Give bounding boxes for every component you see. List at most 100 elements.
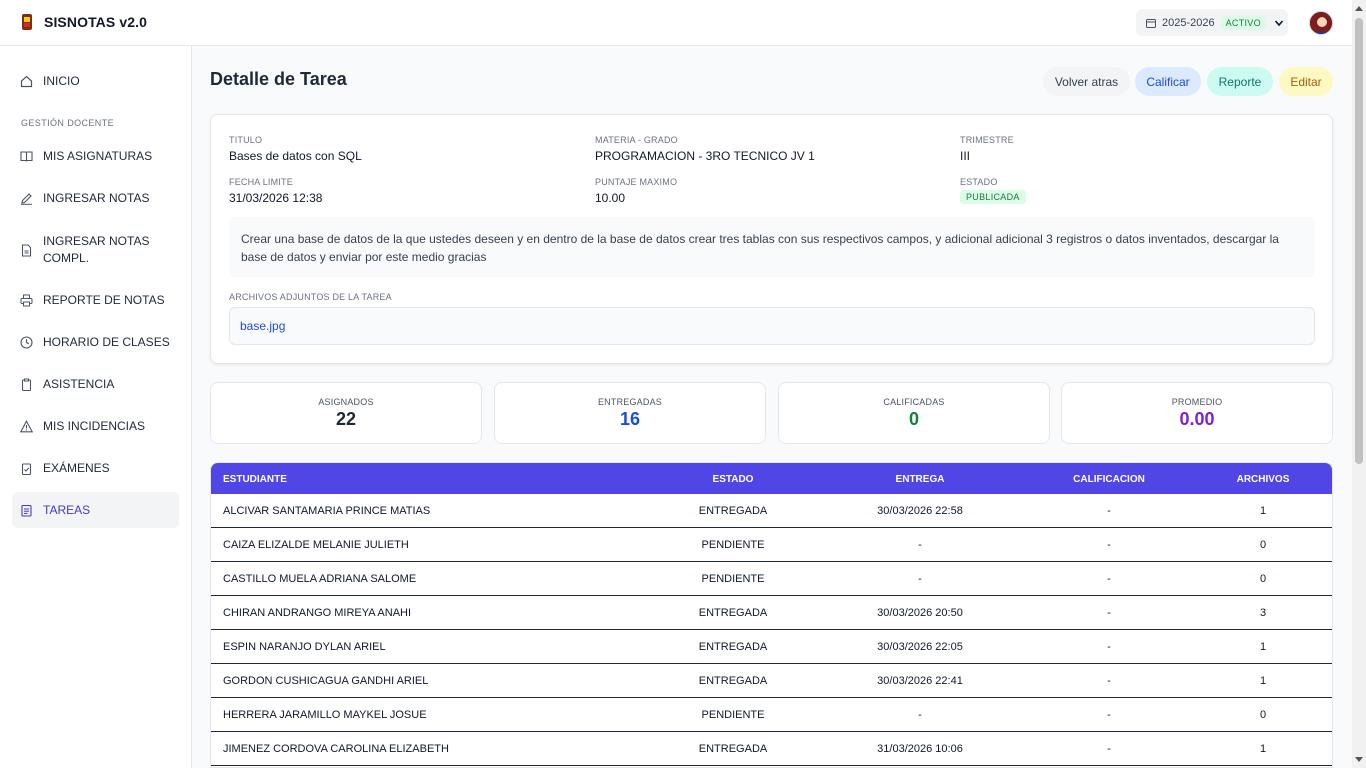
clipboard-icon	[21, 378, 32, 391]
scroll-up-arrow[interactable]	[1355, 6, 1363, 11]
delivery-date: -	[918, 573, 922, 585]
table-row[interactable]: JIMENEZ CORDOVA CAROLINA ELIZABETH ENTREG…	[211, 732, 1332, 766]
attachment-link[interactable]: base.jpg	[240, 319, 285, 333]
sidebar-item-label: MIS INCIDENCIAS	[43, 419, 146, 433]
files-count: 0	[1259, 573, 1267, 585]
table-row[interactable]: ALCIVAR SANTAMARIA PRINCE MATIAS ENTREGAD…	[211, 494, 1332, 528]
delivery-status: PENDIENTE	[701, 539, 765, 551]
task-title: Bases de datos con SQL	[229, 149, 362, 163]
sidebar-item-label: REPORTE DE NOTAS	[43, 293, 165, 307]
home-icon	[20, 75, 33, 87]
sidebar-item-horario-de-clases[interactable]: HORARIO DE CLASES	[12, 330, 179, 354]
scroll-thumb[interactable]	[1355, 18, 1363, 464]
subject-label: MATERIA - GRADO	[595, 135, 678, 145]
table-row[interactable]: CHIRAN ANDRANGO MIREYA ANAHI ENTREGADA 30/…	[211, 596, 1332, 630]
calendar-icon	[1146, 18, 1156, 28]
sidebar-item-label: HORARIO DE CLASES	[43, 335, 170, 349]
brand[interactable]: SISNOTAS v2.0	[20, 12, 147, 32]
table-row[interactable]: CAIZA ELIZALDE MELANIE JULIETH PENDIENTE -…	[211, 528, 1332, 562]
column-header-delivery[interactable]: ENTREGA	[896, 474, 945, 485]
due-label: FECHA LIMITE	[229, 177, 293, 187]
student-name: ALCIVAR SANTAMARIA PRINCE MATIAS	[223, 505, 431, 517]
sidebar-item-mis-incidencias[interactable]: MIS INCIDENCIAS	[12, 414, 179, 438]
sidebar-item-label: TAREAS	[43, 503, 91, 517]
chevron-down-icon	[1274, 19, 1284, 26]
task-max-score: 10.00	[595, 191, 626, 205]
sidebar-item-tareas[interactable]: TAREAS	[12, 492, 179, 528]
avatar-icon	[1310, 12, 1332, 34]
task-description: Crear una base de datos de la que ustede…	[229, 217, 1315, 277]
files-count: 1	[1259, 675, 1267, 687]
back-button[interactable]: Volver atras	[1043, 67, 1130, 96]
sidebar-item-mis-asignaturas[interactable]: MIS ASIGNATURAS	[12, 144, 179, 168]
period-label: 2025-2026	[1162, 16, 1215, 29]
sidebar-item-reporte-de-notas[interactable]: REPORTE DE NOTAS	[12, 288, 179, 312]
sidebar-item-ingresar-notas-compl[interactable]: INGRESAR NOTAS COMPL.	[12, 232, 179, 268]
students-table: ESTUDIANTE ESTADO ENTREGA CALIFICACION A…	[210, 462, 1333, 768]
table-row[interactable]: GORDON CUSHICAGUA GANDHI ARIEL ENTREGADA 3…	[211, 664, 1332, 698]
app-title: SISNOTAS v2.0	[44, 14, 147, 30]
grade-value: -	[1107, 743, 1111, 755]
page-scrollbar[interactable]	[1352, 0, 1366, 768]
stat-label: PROMEDIO	[1171, 397, 1223, 407]
sidebar-item-label: MIS ASIGNATURAS	[43, 149, 153, 163]
files-count: 1	[1259, 743, 1267, 755]
clock-icon	[20, 335, 33, 349]
delivery-date: -	[918, 709, 922, 721]
sidebar-item-label: EXÁMENES	[43, 461, 110, 475]
top-bar: SISNOTAS v2.0 2025-2026 ACTIVO	[0, 0, 1352, 46]
sidebar-item-label: INGRESAR NOTAS COMPL.	[43, 234, 150, 265]
column-header-status[interactable]: ESTADO	[713, 474, 754, 485]
sidebar-item-asistencia[interactable]: ASISTENCIA	[12, 372, 179, 396]
period-selector[interactable]: 2025-2026 ACTIVO	[1136, 9, 1288, 36]
title-label: TITULO	[229, 135, 263, 145]
user-avatar[interactable]	[1309, 11, 1333, 35]
status-badge: PUBLICADA	[960, 190, 1026, 204]
files-count: 0	[1259, 709, 1267, 721]
delivery-status: ENTREGADA	[698, 675, 768, 687]
files-count: 3	[1259, 607, 1267, 619]
sidebar-item-examenes[interactable]: EXÁMENES	[12, 456, 179, 480]
status-label: ESTADO	[960, 177, 998, 187]
warning-icon	[20, 419, 33, 432]
table-row[interactable]: HERRERA JARAMILLO MAYKEL JOSUE PENDIENTE -…	[211, 698, 1332, 732]
edit-icon	[21, 192, 32, 205]
files-count: 0	[1259, 539, 1267, 551]
grade-button[interactable]: Calificar	[1135, 67, 1201, 96]
delivery-status: ENTREGADA	[698, 743, 768, 755]
grade-value: -	[1107, 505, 1111, 517]
grade-value: -	[1107, 675, 1111, 687]
column-header-student[interactable]: ESTUDIANTE	[223, 474, 287, 485]
stat-value: 16	[619, 409, 641, 429]
page-title: Detalle de Tarea	[210, 69, 347, 89]
grade-value: -	[1107, 607, 1111, 619]
delivery-status: ENTREGADA	[698, 641, 768, 653]
delivery-status: ENTREGADA	[698, 607, 768, 619]
student-name: JIMENEZ CORDOVA CAROLINA ELIZABETH	[223, 743, 449, 755]
student-name: ESPIN NARANJO DYLAN ARIEL	[223, 641, 386, 653]
stat-assigned: ASIGNADOS 22	[210, 382, 482, 444]
stat-average: PROMEDIO 0.00	[1061, 382, 1333, 444]
report-button[interactable]: Reporte	[1207, 67, 1273, 96]
sidebar-item-inicio[interactable]: INICIO	[12, 69, 179, 93]
grade-value: -	[1107, 641, 1111, 653]
grade-value: -	[1107, 709, 1111, 721]
max-score-label: PUNTAJE MAXIMO	[595, 177, 678, 187]
delivery-date: -	[918, 539, 922, 551]
delivery-date: 31/03/2026 10:06	[877, 743, 963, 755]
files-count: 1	[1259, 505, 1267, 517]
column-header-files[interactable]: ARCHIVOS	[1237, 474, 1290, 485]
delivery-date: 30/03/2026 20:50	[877, 607, 963, 619]
stat-value: 0	[908, 409, 919, 429]
delivery-date: 30/03/2026 22:41	[877, 675, 963, 687]
sidebar-section-label: GESTIÓN DOCENTE	[21, 118, 115, 128]
table-row[interactable]: ESPIN NARANJO DYLAN ARIEL ENTREGADA 30/03/…	[211, 630, 1332, 664]
term-label: TRIMESTRE	[960, 135, 1014, 145]
stat-value: 0.00	[1179, 409, 1215, 429]
task-subject: PROGRAMACION - 3RO TECNICO JV 1	[595, 149, 815, 163]
table-row[interactable]: CASTILLO MUELA ADRIANA SALOME PENDIENTE - -…	[211, 562, 1332, 596]
scroll-down-arrow[interactable]	[1355, 757, 1363, 762]
sidebar-item-ingresar-notas[interactable]: INGRESAR NOTAS	[12, 186, 179, 210]
column-header-grade[interactable]: CALIFICACION	[1073, 474, 1145, 485]
edit-button[interactable]: Editar	[1279, 67, 1333, 96]
